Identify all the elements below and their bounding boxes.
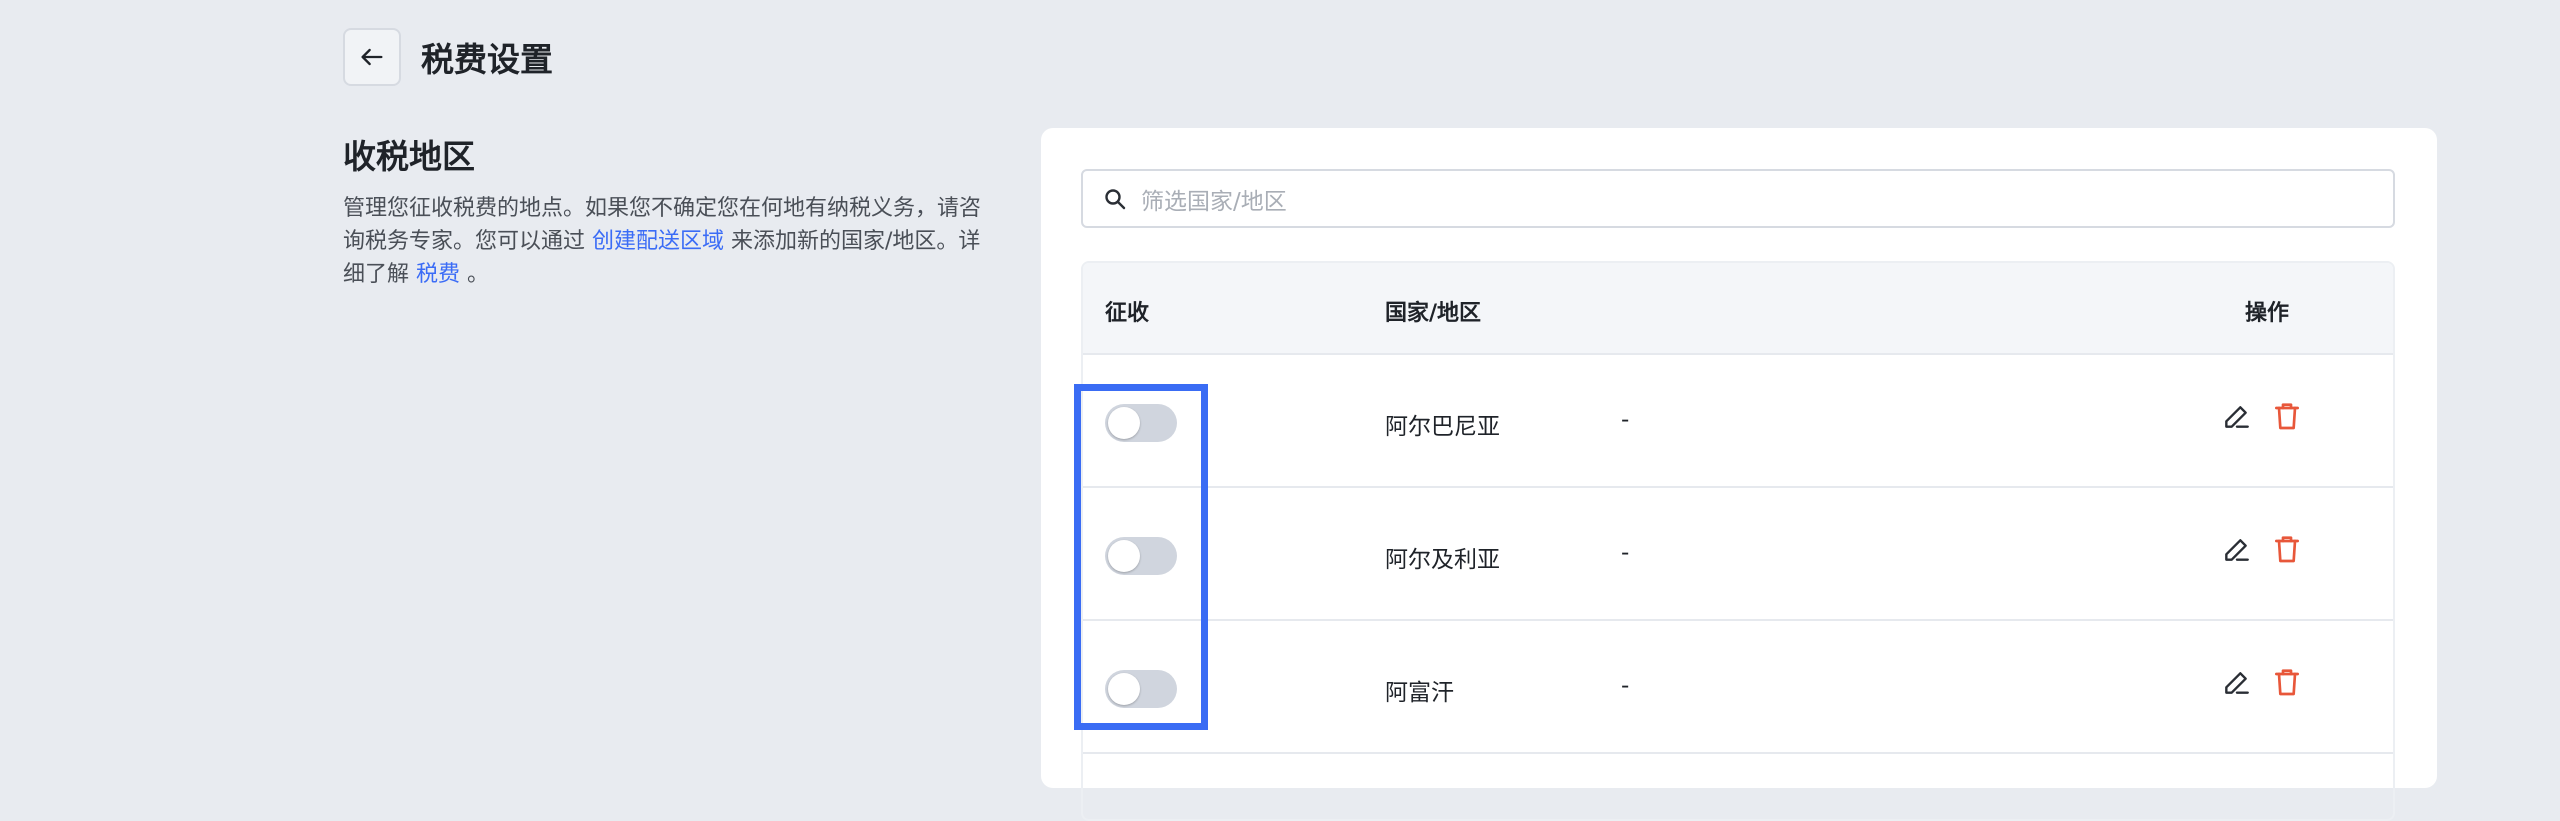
table-row: 阿尔及利亚 - bbox=[1083, 488, 2393, 621]
search-placeholder: 筛选国家/地区 bbox=[1141, 188, 1287, 215]
desc-line-3: 细了解 税费 。 bbox=[343, 258, 1015, 291]
tax-rate: - bbox=[1621, 407, 1630, 433]
table-header: 征收 国家/地区 操作 bbox=[1083, 263, 2393, 355]
delete-icon[interactable] bbox=[2271, 400, 2303, 432]
header-actions: 操作 bbox=[2245, 301, 2290, 326]
desc-line-2: 询税务专家。您可以通过 创建配送区域 来添加新的国家/地区。详 bbox=[343, 225, 1015, 258]
section-title: 收税地区 bbox=[343, 137, 475, 176]
desc-text: 。 bbox=[460, 262, 490, 287]
header-collect: 征收 bbox=[1105, 301, 1150, 326]
regions-card: 筛选国家/地区 征收 国家/地区 操作 阿尔巴尼亚 - 阿尔及利亚 - 阿富汗 … bbox=[1041, 128, 2437, 821]
desc-text: 询税务专家。您可以通过 bbox=[343, 229, 592, 254]
table-row: 阿富汗 - bbox=[1083, 621, 2393, 754]
edit-icon[interactable] bbox=[2221, 400, 2253, 432]
desc-line-1: 管理您征收税费的地点。如果您不确定您在何地有纳税义务，请咨 bbox=[343, 196, 982, 221]
country-name: 阿尔巴尼亚 bbox=[1385, 414, 1500, 440]
delete-icon[interactable] bbox=[2271, 666, 2303, 698]
regions-table: 征收 国家/地区 操作 阿尔巴尼亚 - 阿尔及利亚 - 阿富汗 - bbox=[1081, 261, 2395, 821]
row-actions bbox=[2221, 533, 2303, 565]
section-description: 管理您征收税费的地点。如果您不确定您在何地有纳税义务，请咨 询税务专家。您可以通… bbox=[343, 192, 1015, 291]
tax-rate: - bbox=[1621, 540, 1630, 566]
create-shipping-zone-link[interactable]: 创建配送区域 bbox=[592, 229, 724, 254]
desc-text: 细了解 bbox=[343, 262, 416, 287]
tax-rate: - bbox=[1621, 673, 1630, 699]
page-title: 税费设置 bbox=[421, 40, 553, 79]
desc-text: 来添加新的国家/地区。详 bbox=[724, 229, 981, 254]
search-icon bbox=[1105, 188, 1126, 209]
country-name: 阿富汗 bbox=[1385, 680, 1454, 706]
row-actions bbox=[2221, 400, 2303, 432]
tax-region-info: 收税地区 管理您征收税费的地点。如果您不确定您在何地有纳税义务，请咨 询税务专家… bbox=[343, 130, 1015, 291]
back-button[interactable] bbox=[343, 28, 401, 86]
search-input[interactable]: 筛选国家/地区 bbox=[1081, 169, 2395, 228]
row-actions bbox=[2221, 666, 2303, 698]
arrow-left-icon bbox=[361, 48, 383, 66]
edit-icon[interactable] bbox=[2221, 533, 2253, 565]
delete-icon[interactable] bbox=[2271, 533, 2303, 565]
table-row: 阿尔巴尼亚 - bbox=[1083, 355, 2393, 488]
tax-learn-more-link[interactable]: 税费 bbox=[416, 262, 460, 287]
toggle-column-highlight bbox=[1074, 384, 1208, 730]
page-header: 税费设置 bbox=[343, 28, 553, 86]
edit-icon[interactable] bbox=[2221, 666, 2253, 698]
header-country: 国家/地区 bbox=[1385, 301, 1482, 326]
country-name: 阿尔及利亚 bbox=[1385, 547, 1500, 573]
